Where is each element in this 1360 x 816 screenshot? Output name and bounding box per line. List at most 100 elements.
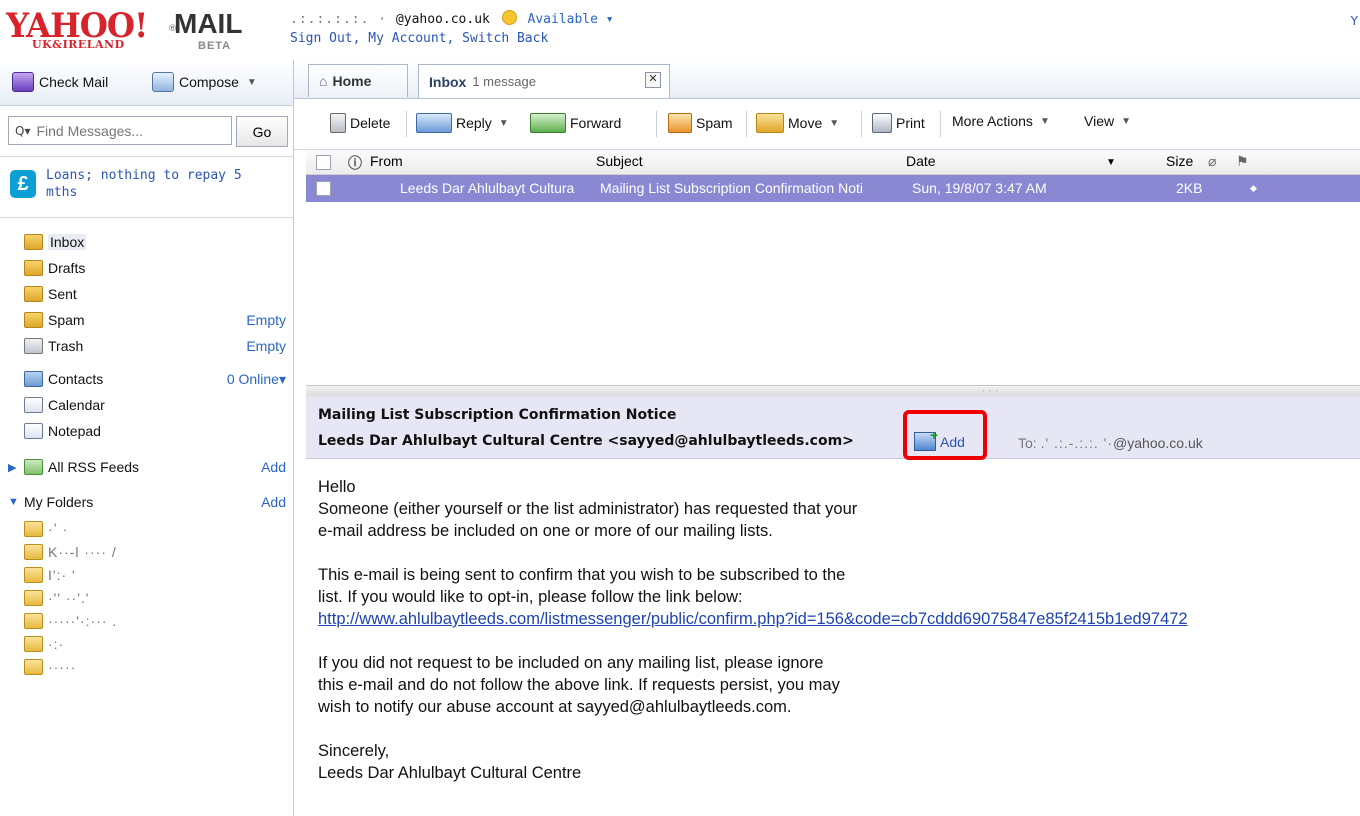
row-checkbox[interactable] [316,181,331,196]
tab-bar: ⌂ Home Inbox 1 message ✕ [294,60,1360,99]
reply-button[interactable]: Reply ▼ [416,113,509,133]
flag-dot-icon[interactable]: ◆ [1250,183,1257,194]
sidebar-item-calendar[interactable]: Calendar [24,393,286,417]
search-icon[interactable]: Q▾ [15,124,30,138]
custom-folder-1[interactable]: ·ʼ · [24,517,286,541]
forward-icon [530,113,566,133]
more-actions-dropdown[interactable]: More Actions ▼ [952,113,1050,129]
folder-icon [24,544,43,560]
chevron-down-icon[interactable]: ▼ [1040,116,1050,127]
inbox-folder-icon [24,234,43,250]
folder-icon [24,521,43,537]
expand-arrow-icon[interactable]: ▶ [8,461,16,474]
message-toolbar: Delete Reply ▼ Forward Spam Move ▼ Print… [294,99,1360,150]
sent-folder-icon [24,286,43,302]
search-input[interactable] [34,121,209,140]
add-contact-label: Add [940,433,965,450]
folder-name-obscured: ·'' ··'.' [48,590,90,606]
body-line: wish to notify our abuse account at sayy… [318,698,792,716]
empty-spam-link[interactable]: Empty [246,312,286,328]
message-header: Mailing List Subscription Confirmation N… [306,396,1360,460]
print-label: Print [896,115,925,131]
sidebar-item-label: Contacts [48,371,104,387]
reply-icon [416,113,452,133]
column-size[interactable]: Size [1166,153,1193,169]
custom-folder-5[interactable]: ·····'·:··· . [24,609,286,633]
account-links[interactable]: Sign Out, My Account, Switch Back [290,31,548,46]
forward-label: Forward [570,115,622,131]
chevron-down-icon[interactable]: ▼ [247,77,257,88]
tab-home-label: Home [332,73,372,89]
ad-text[interactable]: Loans; nothing to repay 5 mths [46,167,246,201]
empty-trash-link[interactable]: Empty [246,338,286,354]
top-right-link[interactable]: Y [1351,14,1358,28]
folder-name-obscured: ·:· [48,636,65,652]
column-subject[interactable]: Subject [596,153,643,169]
row-date: Sun, 19/8/07 3:47 AM [912,180,1047,196]
notepad-icon [24,423,43,439]
logo-mail-text: MAIL [174,8,243,39]
search-box[interactable]: Q▾ [8,116,232,145]
table-row[interactable]: Leeds Dar Ahlulbayt Cultura Mailing List… [306,175,1360,202]
custom-folder-4[interactable]: ·'' ··'.' [24,586,286,610]
body-line: This e-mail is being sent to confirm tha… [318,566,846,584]
move-button[interactable]: Move ▼ [756,113,839,133]
tab-home[interactable]: ⌂ Home [308,64,408,97]
folder-icon [24,613,43,629]
spam-button[interactable]: Spam [668,113,733,133]
add-contact-button[interactable]: Add [914,427,965,451]
compose-button[interactable]: Compose ▼ [152,72,257,92]
sidebar-item-contacts[interactable]: Contacts 0 Online▾ [24,367,286,391]
forward-button[interactable]: Forward [530,113,621,133]
folder-name-obscured: I':· ' [48,567,76,583]
sort-chevron-icon[interactable]: ▼ [1106,157,1116,168]
check-mail-button[interactable]: Check Mail [12,72,108,92]
smiley-status-icon [501,10,517,25]
to-name-obscured: .' .:.-.:.:. '· [1040,435,1114,451]
sidebar-item-inbox[interactable]: Inbox [24,230,286,254]
column-from[interactable]: From [370,153,403,169]
chevron-down-icon[interactable]: ▼ [829,118,839,129]
sidebar-item-trash[interactable]: Trash Empty [24,334,286,358]
calendar-icon [24,397,43,413]
flag-icon: ⚑ [1236,153,1249,169]
custom-folder-7[interactable]: ····· [24,655,286,679]
ad-banner[interactable]: £ Loans; nothing to repay 5 mths [0,156,293,218]
custom-folder-2[interactable]: K··-l ···· / [24,540,286,564]
contacts-online-dropdown[interactable]: 0 Online▾ [227,371,286,388]
sidebar-item-drafts[interactable]: Drafts [24,256,286,280]
tab-inbox-label: Inbox [429,73,467,90]
sidebar-item-spam[interactable]: Spam Empty [24,308,286,332]
sidebar-item-rss[interactable]: ▶ All RSS Feeds Add [8,455,286,479]
custom-folder-6[interactable]: ·:· [24,632,286,656]
message-subject: Mailing List Subscription Confirmation N… [318,407,677,423]
confirm-link[interactable]: http://www.ahlulbaytleeds.com/listmessen… [318,610,1188,628]
sidebar-item-sent[interactable]: Sent [24,282,286,306]
go-button[interactable]: Go [236,116,288,147]
contacts-icon [24,371,43,387]
add-rss-link[interactable]: Add [261,459,286,475]
view-dropdown[interactable]: View ▼ [1084,113,1131,129]
tab-inbox[interactable]: Inbox 1 message ✕ [418,64,670,98]
folder-name-obscured: ·ʼ · [48,521,69,537]
collapse-arrow-icon[interactable]: ▼ [8,496,19,508]
row-from: Leeds Dar Ahlulbayt Cultura [400,180,575,196]
spam-label: Spam [696,115,733,131]
user-name-obscured: .:.:.:.:. · [290,12,396,27]
close-tab-icon[interactable]: ✕ [645,72,661,88]
home-icon: ⌂ [319,73,328,89]
chevron-down-icon[interactable]: ▼ [1121,116,1131,127]
column-date[interactable]: Date [906,153,936,169]
status-dropdown[interactable]: Available ▾ [528,12,614,27]
print-button[interactable]: Print [872,113,925,133]
folder-name-obscured: K··-l ···· / [48,544,117,560]
custom-folder-3[interactable]: I':· ' [24,563,286,587]
sidebar-item-notepad[interactable]: Notepad [24,419,286,443]
drag-handle-icon[interactable]: ··· [982,387,1002,396]
delete-button[interactable]: Delete [330,113,390,133]
spam-icon [668,113,692,133]
select-all-checkbox[interactable] [316,155,331,170]
sidebar-item-my-folders[interactable]: ▼ My Folders Add [8,490,286,514]
chevron-down-icon[interactable]: ▼ [499,118,509,129]
add-folder-link[interactable]: Add [261,494,286,510]
